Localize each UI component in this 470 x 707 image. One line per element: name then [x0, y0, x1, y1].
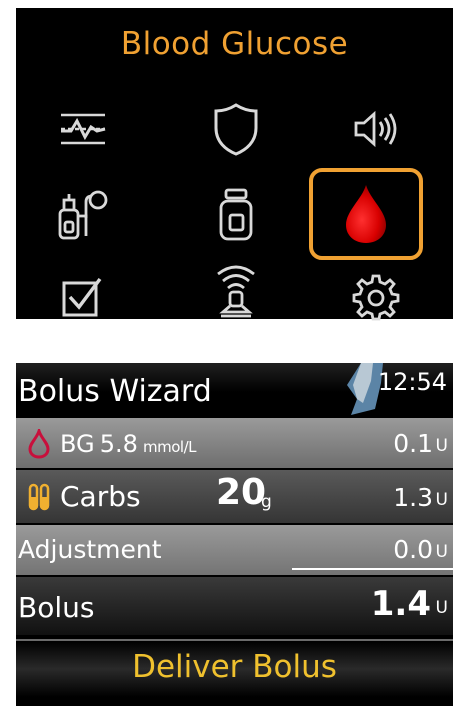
bolus-insulin-unit: U — [435, 598, 448, 618]
carbs-icon — [28, 483, 50, 511]
carbs-row[interactable]: Carbs 20 g 1.3 U — [16, 470, 453, 523]
carbs-value: 20 — [216, 472, 267, 513]
adjustment-row[interactable]: Adjustment 0.0 U — [16, 525, 453, 575]
menu-screen: Blood Glucose — [16, 8, 453, 321]
gear-icon — [352, 274, 400, 321]
bolus-label: Bolus — [18, 591, 95, 624]
pump-status-icon — [347, 363, 383, 415]
menu-item-reservoir[interactable] — [181, 174, 291, 256]
bg-insulin: 0.1 — [393, 429, 433, 458]
adjustment-underline — [292, 568, 453, 570]
menu-item-blood-glucose[interactable] — [309, 168, 423, 260]
deliver-bolus-label: Deliver Bolus — [132, 649, 337, 685]
checkbox-icon — [62, 277, 102, 317]
blood-drop-icon — [28, 429, 50, 459]
bg-unit: mmol/L — [143, 438, 196, 456]
bolus-wizard-screen: Bolus Wizard 12:54 BG 5.8 mmol/L 0.1 U C… — [16, 363, 453, 706]
bg-row[interactable]: BG 5.8 mmol/L 0.1 U — [16, 418, 453, 468]
bolus-row: Bolus 1.4 U — [16, 577, 453, 635]
carbs-label: Carbs — [60, 480, 141, 513]
menu-item-safety[interactable] — [181, 88, 291, 170]
bolus-insulin: 1.4 — [370, 584, 431, 624]
adjustment-label: Adjustment — [18, 535, 162, 564]
sensor-graph-icon — [61, 113, 106, 145]
clock-time: 12:54 — [377, 368, 447, 396]
shield-icon — [214, 103, 258, 156]
carbs-insulin: 1.3 — [393, 483, 433, 512]
adjustment-insulin-unit: U — [435, 542, 448, 562]
wizard-header: Bolus Wizard 12:54 — [16, 363, 453, 416]
bg-value: 5.8 — [99, 430, 138, 458]
menu-item-sensor[interactable] — [28, 88, 138, 170]
adjustment-insulin: 0.0 — [393, 535, 433, 564]
reservoir-icon — [219, 188, 253, 241]
bg-label: BG — [60, 430, 95, 458]
menu-item-sound[interactable] — [321, 88, 431, 170]
speaker-icon — [354, 110, 397, 148]
pump-infusion-icon — [58, 190, 108, 240]
menu-title: Blood Glucose — [120, 26, 349, 62]
wireless-connection-icon — [217, 265, 255, 318]
menu-item-settings[interactable] — [321, 256, 431, 338]
carbs-unit: g — [261, 492, 272, 512]
menu-item-insulin[interactable] — [28, 174, 138, 256]
menu-item-history[interactable] — [28, 256, 138, 338]
blood-drop-icon — [346, 185, 386, 243]
bg-insulin-unit: U — [435, 436, 448, 456]
carbs-insulin-unit: U — [435, 490, 448, 510]
menu-item-connections[interactable] — [181, 250, 291, 332]
wizard-title: Bolus Wizard — [18, 374, 212, 409]
deliver-bolus-button[interactable]: Deliver Bolus — [16, 639, 453, 697]
